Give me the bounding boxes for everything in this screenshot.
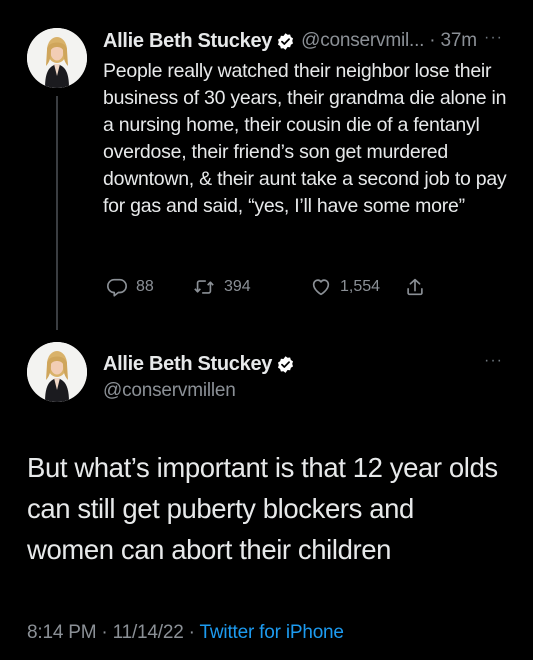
more-options-icon[interactable]: ···: [484, 352, 503, 370]
source-link[interactable]: Twitter for iPhone: [200, 622, 344, 643]
avatar[interactable]: [27, 342, 87, 402]
reply-button[interactable]: 88: [106, 276, 154, 298]
heart-icon: [312, 279, 330, 296]
thread-connector-line: [56, 96, 58, 330]
tweet-1[interactable]: Allie Beth Stuckey @conservmil... · 37m …: [0, 0, 533, 330]
avatar-photo: [27, 342, 87, 402]
tweet-1-body: Allie Beth Stuckey @conservmil... · 37m …: [103, 26, 513, 220]
tweet-2-meta: 8:14 PM · 11/14/22 · Twitter for iPhone: [27, 622, 344, 644]
timestamp[interactable]: 8:14 PM · 11/14/22 ·: [27, 622, 200, 643]
tweet-2[interactable]: Allie Beth Stuckey @conservmillen ··· Bu…: [0, 330, 533, 660]
author-handle[interactable]: @conservmillen: [103, 380, 295, 402]
reply-icon: [107, 278, 127, 297]
author-name[interactable]: Allie Beth Stuckey: [103, 353, 272, 376]
retweet-icon: [194, 280, 214, 294]
tweet-thread: Allie Beth Stuckey @conservmil... · 37m …: [0, 0, 533, 660]
verified-badge-icon: [276, 355, 295, 374]
share-button[interactable]: [404, 276, 434, 298]
author-handle-and-time[interactable]: @conservmil... · 37m: [301, 30, 477, 52]
tweet-1-actions: 88 394 1,554: [106, 276, 446, 300]
author-name[interactable]: Allie Beth Stuckey: [103, 30, 272, 53]
reply-count: 88: [136, 278, 154, 295]
retweet-count: 394: [224, 278, 251, 295]
tweet-2-text: But what’s important is that 12 year old…: [27, 452, 498, 565]
avatar[interactable]: [27, 28, 87, 88]
tweet-2-header: Allie Beth Stuckey @conservmillen: [103, 350, 295, 402]
more-options-icon[interactable]: ···: [484, 29, 503, 47]
retweet-button[interactable]: 394: [192, 276, 251, 298]
tweet-2-name-row: Allie Beth Stuckey: [103, 350, 295, 378]
verified-badge-icon: [276, 32, 295, 51]
tweet-1-header: Allie Beth Stuckey @conservmil... · 37m: [103, 26, 513, 56]
tweet-1-text: People really watched their neighbor los…: [103, 60, 507, 217]
avatar-photo: [27, 28, 87, 88]
share-icon: [407, 278, 423, 296]
like-count: 1,554: [340, 278, 381, 295]
like-button[interactable]: 1,554: [310, 276, 380, 298]
